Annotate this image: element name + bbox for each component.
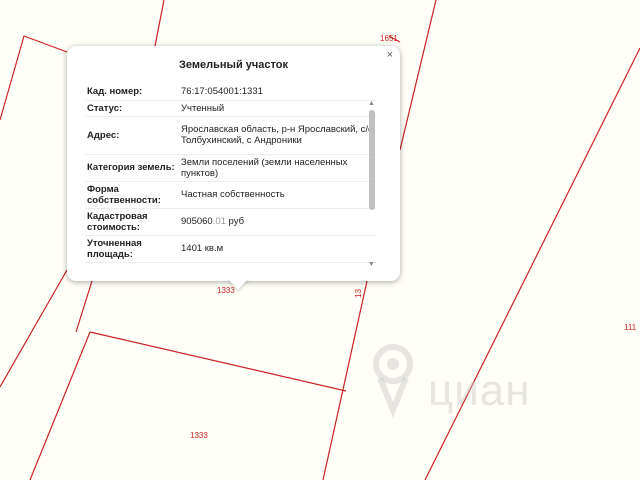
parcel-boundary: [399, 0, 437, 151]
parcel-label-1333: 1333: [190, 431, 208, 440]
popup-scrollbar[interactable]: ▲ ▼: [367, 100, 377, 270]
cost-unit: руб: [225, 216, 245, 227]
scroll-down-icon[interactable]: ▼: [368, 261, 375, 268]
parcel-boundary: [23, 35, 68, 53]
parcel-boundary: [0, 269, 68, 388]
row-key-cadastral-number: Кад. номер:: [85, 84, 179, 101]
parcel-label-13: 13: [353, 289, 363, 298]
table-row: Кадастровая стоимость: 905060.01 руб: [85, 208, 377, 236]
parcel-boundary: [29, 331, 91, 480]
row-value-status: Учтенный: [179, 100, 377, 117]
row-value-cadastral-number: 76:17:054001:1331: [179, 84, 377, 101]
row-value-ownership: Частная собственность: [179, 181, 377, 209]
scroll-up-icon[interactable]: ▲: [368, 100, 375, 107]
row-value-address: Ярославская область, р-н Ярославский, с/…: [179, 116, 377, 155]
row-value-area: 1401 кв.м: [179, 235, 377, 263]
parcel-boundary: [0, 35, 25, 121]
table-row: Уточненная площадь: 1401 кв.м: [85, 235, 377, 263]
scroll-thumb[interactable]: [369, 110, 375, 210]
parcel-boundary: [89, 331, 347, 392]
table-row: Статус: Учтенный: [85, 100, 377, 117]
row-value-cadastral-cost: 905060.01 руб: [179, 208, 377, 236]
cost-main: 905060: [181, 216, 213, 227]
popup-title: Земельный участок: [179, 59, 288, 71]
table-row: Кад. номер: 76:17:054001:1331: [85, 84, 377, 101]
watermark-text: циан: [428, 366, 531, 415]
row-key-area: Уточненная площадь:: [85, 235, 179, 263]
table-row: Категория земель: Земли поселений (земли…: [85, 154, 377, 182]
row-key-ownership: Форма собственности:: [85, 181, 179, 209]
table-row: Форма собственности: Частная собственнос…: [85, 181, 377, 209]
row-key-address: Адрес:: [85, 116, 179, 155]
cost-cents: .01: [212, 216, 226, 227]
parcel-boundary: [154, 0, 165, 47]
row-value-land-category: Земли поселений (земли населенных пункто…: [179, 154, 377, 182]
parcel-label-1651: 1651: [380, 34, 398, 43]
row-key-status: Статус:: [85, 100, 179, 117]
parcel-label-111: 111: [624, 323, 637, 332]
parcel-info-popup: × Земельный участок Кад. номер: 76:17:05…: [67, 46, 400, 281]
row-key-cadastral-cost: Кадастровая стоимость:: [85, 208, 179, 236]
table-row: Адрес: Ярославская область, р-н Ярославс…: [85, 116, 377, 155]
parcel-info-table: Кад. номер: 76:17:054001:1331 Статус: Уч…: [85, 84, 377, 263]
popup-pointer: [227, 278, 249, 290]
map-pin-icon: [373, 344, 413, 418]
parcel-boundary: [322, 280, 368, 480]
parcel-boundary: [75, 280, 93, 333]
row-key-land-category: Категория земель:: [85, 154, 179, 182]
